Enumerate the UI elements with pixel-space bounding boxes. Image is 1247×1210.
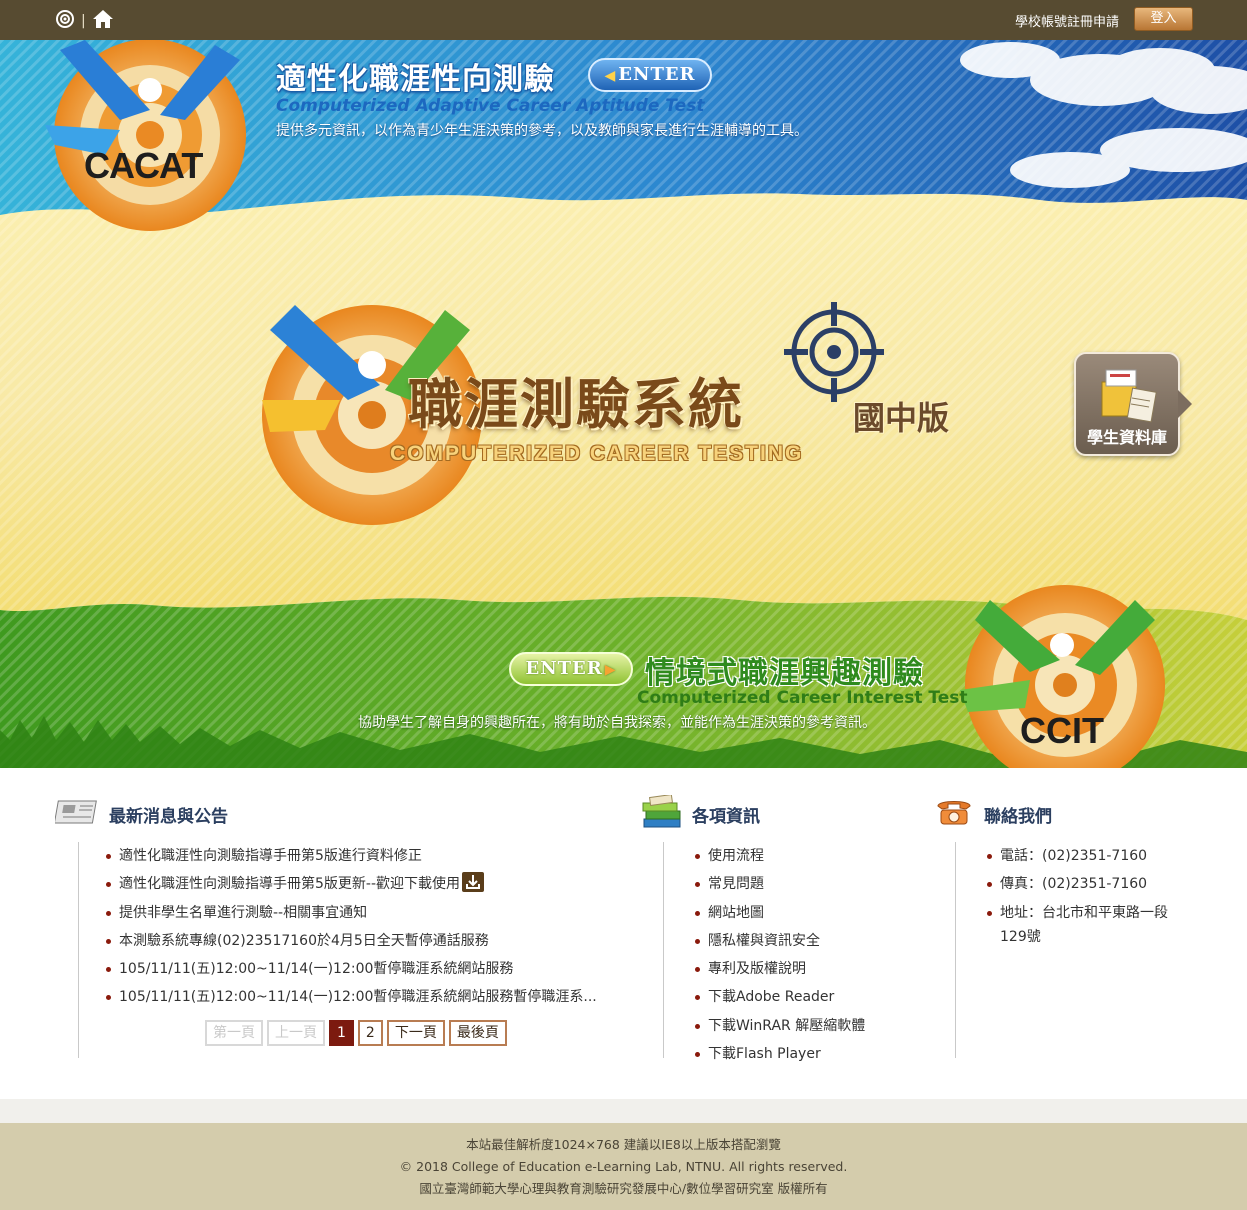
right-triangle-icon: ▶ — [604, 662, 617, 678]
login-button[interactable]: 登入 — [1134, 7, 1193, 31]
info-section: 各項資訊 使用流程 常見問題 網站地圖 隱私權與資訊安全 專利及版權說明 下載A… — [640, 793, 865, 1062]
news-section: 最新消息與公告 適性化職涯性向測驗指導手冊第5版進行資料修正 適性化職涯性向測驗… — [53, 797, 597, 1058]
last-page-button[interactable]: 最後頁 — [448, 1020, 507, 1046]
news-list-wrapper: 適性化職涯性向測驗指導手冊第5版進行資料修正 適性化職涯性向測驗指導手冊第5版更… — [78, 842, 638, 1058]
cacat-enter-label: ENTER — [618, 64, 696, 85]
contact-fax: 傳真：(02)2351-7160 — [984, 870, 1215, 898]
page-1-button[interactable]: 1 — [329, 1020, 354, 1046]
books-icon — [640, 793, 684, 833]
page-2-button[interactable]: 2 — [357, 1020, 383, 1046]
main-english-title: COMPUTERIZED CAREER TESTING — [390, 442, 804, 465]
telephone-icon — [932, 796, 976, 832]
footer-resolution-note: 本站最佳解析度1024×768 建議以IE8以上版本搭配瀏覽 — [466, 1137, 781, 1152]
student-database-label: 學生資料庫 — [1086, 428, 1167, 447]
footer: 本站最佳解析度1024×768 建議以IE8以上版本搭配瀏覽 © 2018 Co… — [0, 1123, 1247, 1210]
next-page-button[interactable]: 下一頁 — [386, 1020, 445, 1046]
main-edition-label: 國中版 — [853, 399, 950, 437]
footer-owner: 國立臺灣師範大學心理與教育測驗研究發展中心/數位學習研究室 版權所有 — [419, 1181, 828, 1196]
footer-copyright: © 2018 College of Education e-Learning L… — [399, 1159, 848, 1174]
info-link[interactable]: 網站地圖 — [692, 899, 933, 927]
news-item[interactable]: 本測驗系統專線(02)23517160於4月5日全天暫停通話服務 — [103, 927, 603, 955]
contact-address: 地址：台北市和平東路一段 129號 — [984, 899, 1215, 949]
news-item[interactable]: 適性化職涯性向測驗指導手冊第5版更新--歡迎下載使用 — [103, 870, 603, 898]
info-link[interactable]: 隱私權與資訊安全 — [692, 927, 933, 955]
ccit-logo-text: CCIT — [1020, 710, 1104, 751]
news-pagination: 第一頁 上一頁 1 2 下一頁 最後頁 — [205, 1020, 507, 1046]
news-item[interactable]: 適性化職涯性向測驗指導手冊第5版進行資料修正 — [103, 842, 603, 870]
target-icon[interactable] — [55, 9, 75, 33]
info-list: 使用流程 常見問題 網站地圖 隱私權與資訊安全 專利及版權說明 下載Adobe … — [664, 842, 933, 1068]
icon-separator: | — [81, 13, 86, 29]
ccit-description: 協助學生了解自身的興趣所在，將有助於自我探索，並能作為生涯決策的參考資訊。 — [358, 715, 876, 731]
contact-header: 聯絡我們 — [932, 800, 1052, 828]
home-icon[interactable] — [92, 9, 114, 33]
contact-list-wrapper: 電話：(02)2351-7160 傳真：(02)2351-7160 地址：台北市… — [955, 842, 1215, 1058]
file-cabinet-icon — [1096, 364, 1160, 428]
top-bar: | 學校帳號註冊申請 登入 — [0, 0, 1247, 40]
info-list-wrapper: 使用流程 常見問題 網站地圖 隱私權與資訊安全 專利及版權說明 下載Adobe … — [663, 842, 933, 1062]
newspaper-icon — [53, 797, 101, 831]
news-header: 最新消息與公告 — [53, 797, 228, 831]
news-item[interactable]: 提供非學生名單進行測驗--相關事宜通知 — [103, 899, 603, 927]
info-header: 各項資訊 — [640, 793, 760, 828]
prev-page-button[interactable]: 上一頁 — [267, 1020, 325, 1046]
contact-section: 聯絡我們 電話：(02)2351-7160 傳真：(02)2351-7160 地… — [932, 800, 1168, 1058]
ccit-english-title: Computerized Career Interest Test — [637, 688, 968, 708]
ccit-enter-button[interactable]: ENTER ▶ — [509, 652, 633, 686]
top-icons: | — [55, 9, 114, 33]
cacat-title[interactable]: 適性化職涯性向測驗 — [276, 54, 555, 98]
ccit-title[interactable]: 情境式職涯興趣測驗 — [645, 648, 924, 692]
cacat-enter-button[interactable]: ◀ ENTER — [588, 58, 712, 92]
contact-address-line2: 129號 — [1000, 928, 1041, 945]
info-link[interactable]: 專利及版權說明 — [692, 955, 933, 983]
ccit-enter-label: ENTER — [525, 658, 603, 679]
info-link[interactable]: 下載Flash Player — [692, 1040, 933, 1068]
school-account-register-link[interactable]: 學校帳號註冊申請 — [1015, 11, 1119, 30]
news-item[interactable]: 105/11/11(五)12:00~11/14(一)12:00暫停職涯系統網站服… — [103, 955, 603, 983]
news-list: 適性化職涯性向測驗指導手冊第5版進行資料修正 適性化職涯性向測驗指導手冊第5版更… — [79, 842, 638, 1012]
info-link[interactable]: 下載WinRAR 解壓縮軟體 — [692, 1012, 933, 1040]
contact-address-line1: 地址：台北市和平東路一段 — [1000, 904, 1168, 921]
news-title: 最新消息與公告 — [109, 806, 228, 827]
download-icon[interactable] — [462, 872, 485, 893]
main-system-title: 職涯測驗系統 — [408, 372, 744, 436]
news-item[interactable]: 105/11/11(五)12:00~11/14(一)12:00暫停職涯系統網站服… — [103, 983, 603, 1011]
contact-title: 聯絡我們 — [984, 806, 1052, 827]
arrow-tip-icon — [1178, 390, 1192, 418]
info-title: 各項資訊 — [692, 806, 760, 827]
first-page-button[interactable]: 第一頁 — [205, 1020, 263, 1046]
cacat-description: 提供多元資訊，以作為青少年生涯決策的參考，以及教師與家長進行生涯輔導的工具。 — [276, 123, 808, 139]
footer-spacer — [0, 1099, 1247, 1123]
left-triangle-icon: ◀ — [604, 68, 617, 84]
cacat-logo-text: CACAT — [84, 145, 203, 186]
info-link[interactable]: 使用流程 — [692, 842, 933, 870]
contact-list: 電話：(02)2351-7160 傳真：(02)2351-7160 地址：台北市… — [956, 842, 1215, 949]
cacat-english-title: Computerized Adaptive Career Aptitude Te… — [276, 96, 705, 116]
student-database-button[interactable]: 學生資料庫 — [1074, 352, 1192, 456]
hero-banner: 適性化職涯性向測驗 ◀ ENTER Computerized Adaptive C… — [0, 40, 1247, 768]
info-link[interactable]: 常見問題 — [692, 870, 933, 898]
info-link[interactable]: 下載Adobe Reader — [692, 983, 933, 1011]
contact-phone: 電話：(02)2351-7160 — [984, 842, 1215, 870]
